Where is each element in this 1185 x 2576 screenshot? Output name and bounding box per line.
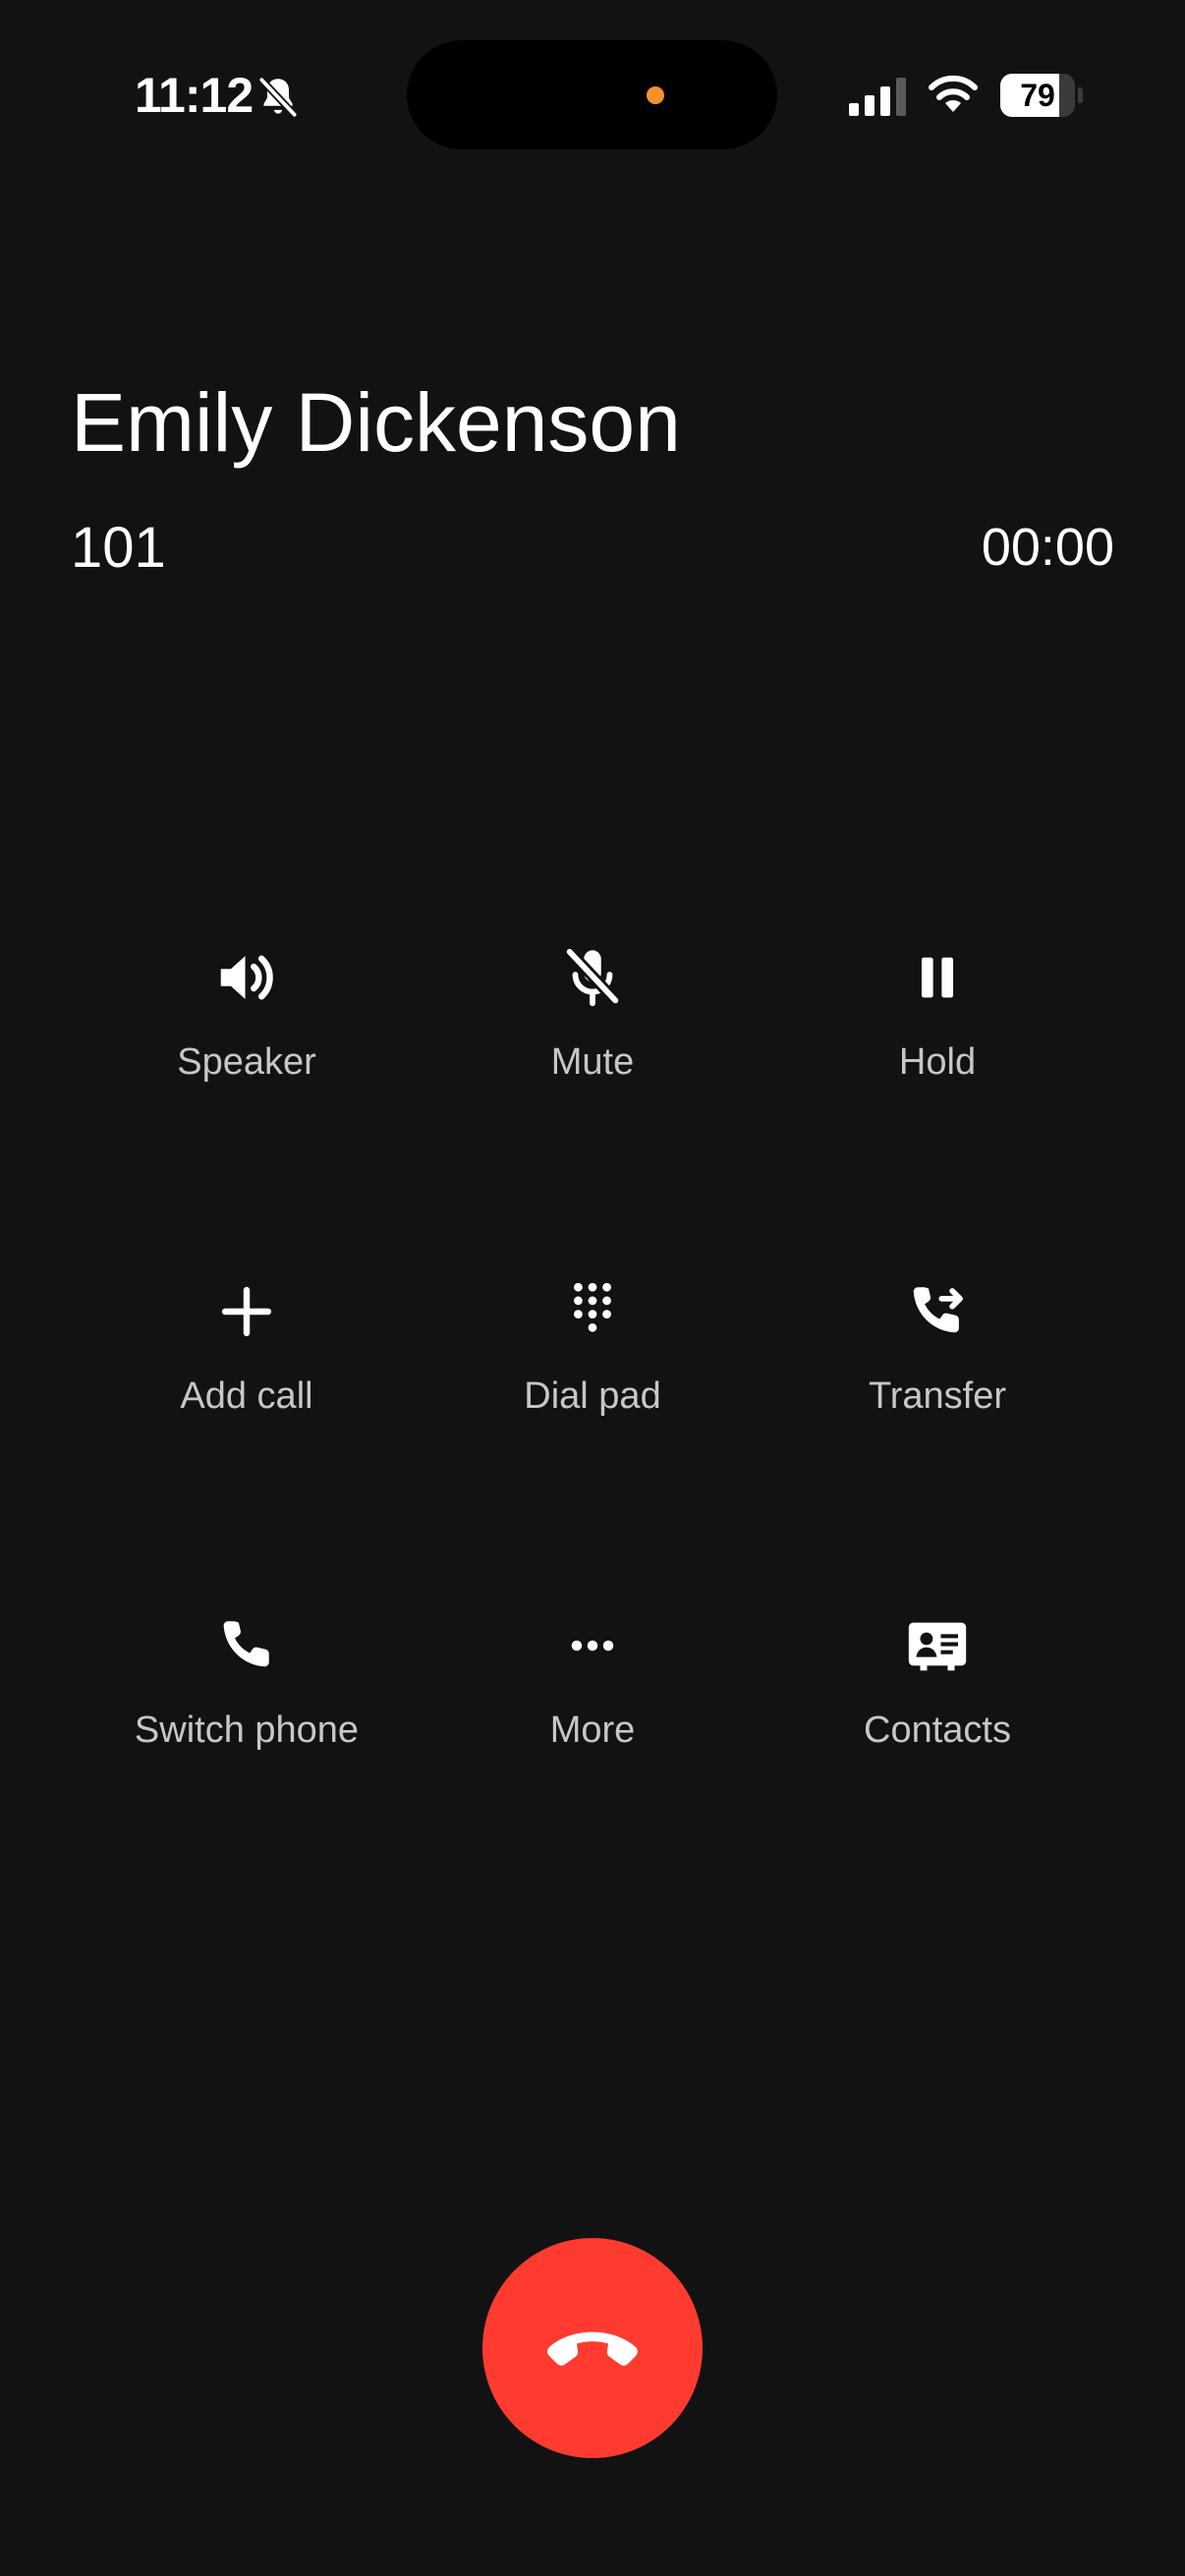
mic-off-icon [565,947,620,1007]
privacy-indicator-dot [647,86,664,104]
contacts-button[interactable]: Contacts [765,1611,1109,1808]
caller-number: 101 [71,516,166,580]
dial-pad-label: Dial pad [524,1375,661,1417]
battery-icon: 79 [1000,74,1083,117]
caller-name: Emily Dickenson [71,376,681,469]
switch-phone-button[interactable]: Switch phone [75,1611,419,1808]
contacts-label: Contacts [864,1709,1011,1751]
transfer-label: Transfer [868,1375,1007,1417]
more-label: More [549,1709,636,1751]
add-call-button[interactable]: Add call [75,1277,419,1474]
switch-phone-label: Switch phone [134,1709,360,1751]
call-timer: 00:00 [981,518,1114,577]
pause-icon [921,957,954,998]
dynamic-island [407,40,777,149]
transfer-button[interactable]: Transfer [765,1277,1109,1474]
more-button[interactable]: More [421,1611,764,1808]
mute-button[interactable]: Mute [421,943,764,1140]
hold-label: Hold [898,1041,977,1083]
hold-button[interactable]: Hold [765,943,1109,1140]
call-transfer-icon [913,1287,963,1333]
more-icon [571,1640,614,1652]
add-call-label: Add call [180,1375,313,1417]
wifi-icon [929,75,978,112]
dialpad-icon [574,1282,611,1332]
status-time: 11:12 [135,68,254,123]
end-call-button[interactable] [482,2238,703,2458]
hang-up-icon [547,2331,638,2366]
speaker-icon [220,955,273,1000]
dial-pad-button[interactable]: Dial pad [421,1277,764,1474]
speaker-button[interactable]: Speaker [75,943,419,1140]
mute-label: Mute [550,1041,635,1083]
plus-icon [221,1286,272,1337]
bell-slash-icon [258,77,298,118]
cellular-signal-icon [849,78,906,116]
speaker-label: Speaker [177,1041,316,1083]
contact-card-icon [908,1622,967,1671]
phone-icon [223,1621,269,1667]
battery-level: 79 [1020,78,1055,113]
